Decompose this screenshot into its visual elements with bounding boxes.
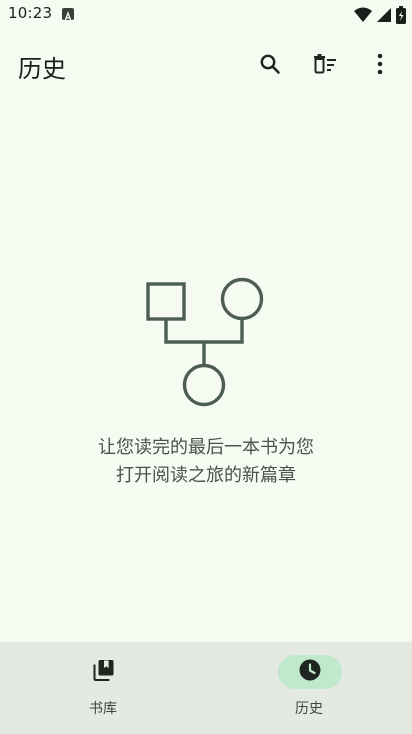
history-icon [298, 658, 322, 686]
empty-message: 让您读完的最后一本书为您 打开阅读之旅的新篇章 [0, 434, 412, 490]
empty-message-line-2: 打开阅读之旅的新篇章 [116, 465, 296, 486]
search-button[interactable] [250, 46, 290, 86]
clear-history-button[interactable] [305, 46, 345, 86]
library-icon [92, 658, 116, 686]
empty-message-line-1: 让您读完的最后一本书为您 [98, 437, 314, 458]
status-icons [354, 6, 406, 28]
cell-signal-icon [376, 7, 392, 27]
search-icon [258, 52, 282, 80]
battery-icon [396, 6, 406, 28]
wifi-icon [354, 7, 372, 27]
bottom-navigation: 书库 历史 [0, 642, 412, 734]
nav-pill-library [72, 655, 136, 689]
app-bar: 历史 [0, 40, 412, 90]
nav-item-history[interactable]: 历史 [206, 642, 412, 734]
nav-label-history: 历史 [295, 701, 323, 717]
status-bar: 10:23 [0, 0, 412, 30]
more-options-button[interactable] [360, 46, 400, 86]
family-tree-icon [146, 277, 264, 407]
nav-item-library[interactable]: 书库 [0, 642, 206, 734]
more-vert-icon [376, 52, 384, 80]
empty-state: 让您读完的最后一本书为您 打开阅读之旅的新篇章 [0, 270, 412, 490]
nav-label-library: 书库 [89, 701, 117, 717]
a-letter-icon [62, 8, 74, 22]
page-title: 历史 [18, 55, 66, 83]
delete-sweep-icon [312, 52, 338, 80]
status-time: 10:23 [8, 4, 53, 22]
nav-pill-history [278, 655, 342, 689]
